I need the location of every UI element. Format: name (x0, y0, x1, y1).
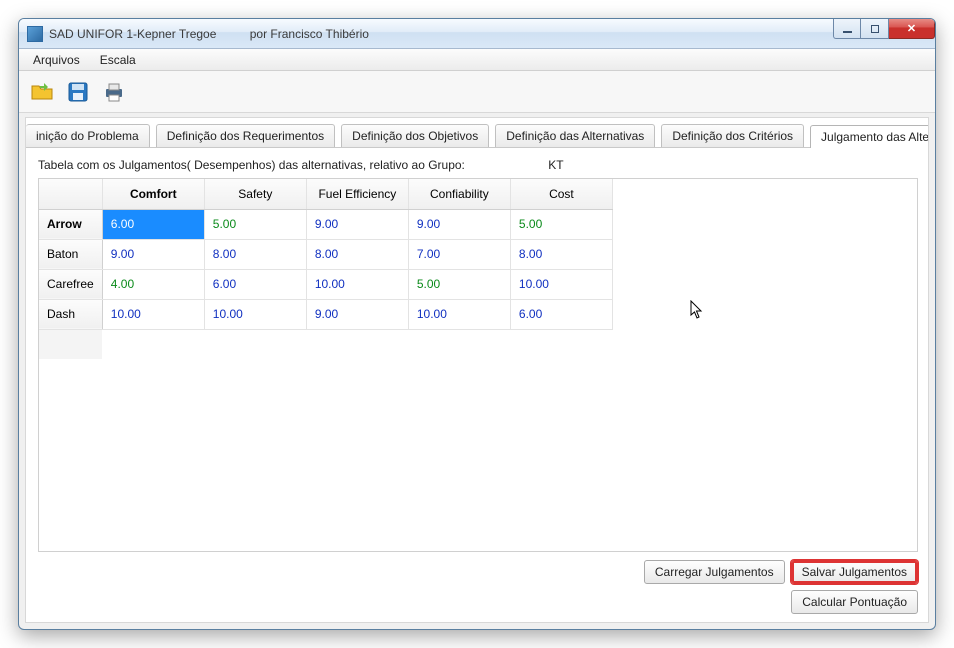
close-button[interactable]: ✕ (889, 19, 935, 39)
header-blank[interactable] (39, 179, 102, 209)
row-header[interactable]: Baton (39, 239, 102, 269)
salvar-button[interactable]: Salvar Julgamentos (791, 560, 918, 584)
app-window: SAD UNIFOR 1-Kepner Tregoe por Francisco… (18, 18, 936, 630)
header-comfort[interactable]: Comfort (102, 179, 204, 209)
tab-alternativas[interactable]: Definição das Alternativas (495, 124, 655, 147)
panel-description: Tabela com os Julgamentos( Desempenhos) … (38, 158, 918, 172)
cell[interactable]: 5.00 (204, 209, 306, 239)
window-title: SAD UNIFOR 1-Kepner Tregoe por Francisco… (49, 27, 369, 41)
cell[interactable]: 8.00 (306, 239, 408, 269)
menu-escala[interactable]: Escala (90, 50, 146, 70)
cell[interactable]: 5.00 (408, 269, 510, 299)
open-icon[interactable] (27, 77, 57, 107)
cell[interactable]: 9.00 (306, 209, 408, 239)
header-cost[interactable]: Cost (510, 179, 612, 209)
cell[interactable]: 8.00 (510, 239, 612, 269)
row-header[interactable]: Arrow (39, 209, 102, 239)
window-controls: ✕ (833, 19, 935, 39)
panel-julgamento: Tabela com os Julgamentos( Desempenhos) … (26, 148, 928, 622)
row-header[interactable]: Dash (39, 299, 102, 329)
toolbar (19, 71, 935, 113)
tab-julgamento[interactable]: Julgamento das Alternativas (810, 125, 929, 148)
table-row[interactable]: Dash10.0010.009.0010.006.00 (39, 299, 613, 329)
cell[interactable]: 10.00 (102, 299, 204, 329)
content-area: inição do Problema Definição dos Requeri… (25, 117, 929, 623)
menu-arquivos[interactable]: Arquivos (23, 50, 90, 70)
table-row[interactable]: Baton9.008.008.007.008.00 (39, 239, 613, 269)
cell[interactable]: 5.00 (510, 209, 612, 239)
menubar: Arquivos Escala (19, 49, 935, 71)
table-row[interactable]: Arrow6.005.009.009.005.00 (39, 209, 613, 239)
cell[interactable]: 6.00 (510, 299, 612, 329)
cell[interactable]: 10.00 (408, 299, 510, 329)
header-confiability[interactable]: Confiability (408, 179, 510, 209)
titlebar[interactable]: SAD UNIFOR 1-Kepner Tregoe por Francisco… (19, 19, 935, 49)
tab-requerimentos[interactable]: Definição dos Requerimentos (156, 124, 335, 147)
minimize-button[interactable] (833, 19, 861, 39)
cell[interactable]: 9.00 (408, 209, 510, 239)
group-name: KT (548, 158, 563, 172)
calcular-button[interactable]: Calcular Pontuação (791, 590, 918, 614)
cell[interactable]: 6.00 (204, 269, 306, 299)
table-row[interactable]: Carefree4.006.0010.005.0010.00 (39, 269, 613, 299)
button-row-2: Calcular Pontuação (38, 590, 918, 614)
row-header[interactable]: Carefree (39, 269, 102, 299)
judgement-grid[interactable]: Comfort Safety Fuel Efficiency Confiabil… (38, 178, 918, 552)
cell[interactable]: 7.00 (408, 239, 510, 269)
cell[interactable]: 8.00 (204, 239, 306, 269)
tab-objetivos[interactable]: Definição dos Objetivos (341, 124, 489, 147)
cell[interactable]: 9.00 (306, 299, 408, 329)
tabstrip: inição do Problema Definição dos Requeri… (26, 118, 928, 148)
tab-criterios[interactable]: Definição dos Critérios (661, 124, 804, 147)
tab-problema[interactable]: inição do Problema (26, 124, 150, 147)
header-fuel[interactable]: Fuel Efficiency (306, 179, 408, 209)
save-icon[interactable] (63, 77, 93, 107)
button-row-1: Carregar Julgamentos Salvar Julgamentos (38, 560, 918, 584)
app-icon (27, 26, 43, 42)
maximize-button[interactable] (861, 19, 889, 39)
cell[interactable]: 9.00 (102, 239, 204, 269)
print-icon[interactable] (99, 77, 129, 107)
cell[interactable]: 10.00 (204, 299, 306, 329)
cell[interactable]: 4.00 (102, 269, 204, 299)
carregar-button[interactable]: Carregar Julgamentos (644, 560, 785, 584)
cell[interactable]: 10.00 (510, 269, 612, 299)
cell[interactable]: 10.00 (306, 269, 408, 299)
header-safety[interactable]: Safety (204, 179, 306, 209)
cell[interactable]: 6.00 (102, 209, 204, 239)
